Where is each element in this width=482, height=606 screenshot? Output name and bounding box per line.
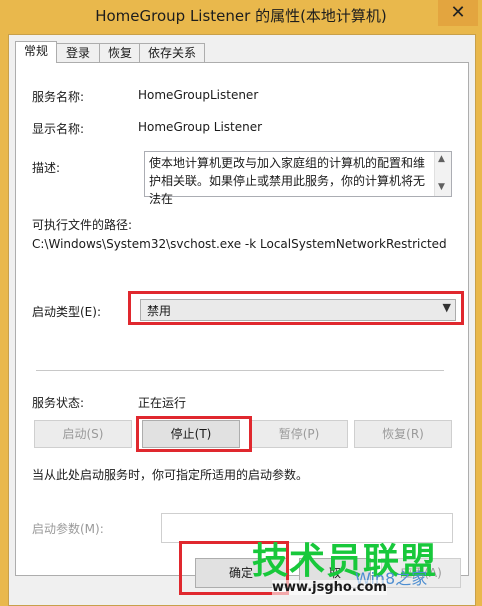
section-divider [36,370,444,371]
exe-path-label: 可执行文件的路径: [32,218,133,232]
scroll-up-icon[interactable]: ▲ [438,154,445,164]
description-text: 使本地计算机更改与加入家庭组的计算机的配置和维护相关联。如果停止或禁用此服务，你… [149,156,426,206]
display-name-value[interactable]: HomeGroup Listener [138,120,262,134]
description-box[interactable]: 使本地计算机更改与加入家庭组的计算机的配置和维护相关联。如果停止或禁用此服务，你… [144,151,452,206]
tab-recovery[interactable]: 恢复 [99,43,141,62]
properties-dialog: HomeGroup Listener 的属性(本地计算机) ✕ 常规 登录 恢复… [0,0,482,606]
display-name-label: 显示名称: [32,122,85,136]
window-title: HomeGroup Listener 的属性(本地计算机) [95,7,387,25]
dialog-client-area: 常规 登录 恢复 依存关系 服务名称: HomeGroupListener 显示… [8,34,476,606]
stop-button-highlight [136,416,252,452]
startup-type-highlight [128,291,464,325]
exe-path-value[interactable]: C:\Windows\System32\svchost.exe -k Local… [32,237,447,251]
scroll-down-icon[interactable]: ▼ [438,182,445,192]
description-scrollbar[interactable]: ▲ ▼ [434,152,451,196]
tab-dependencies[interactable]: 依存关系 [139,43,205,62]
general-tab-panel: 服务名称: HomeGroupListener 显示名称: HomeGroup … [15,62,469,576]
close-icon: ✕ [450,2,466,23]
service-name-label: 服务名称: [32,90,85,104]
tab-logon[interactable]: 登录 [55,43,101,62]
start-params-label: 启动参数(M): [32,522,104,536]
startup-params-hint: 当从此处启动服务时，你可指定所适用的启动参数。 [32,468,309,482]
service-status-label: 服务状态: [32,396,85,410]
tab-general[interactable]: 常规 [15,41,57,63]
description-label: 描述: [32,161,61,175]
start-button[interactable]: 启动(S) [34,420,132,448]
resume-button[interactable]: 恢复(R) [354,420,452,448]
pause-button[interactable]: 暂停(P) [250,420,348,448]
startup-type-label: 启动类型(E): [32,305,101,319]
watermark-url: www.jsgho.com [272,580,387,595]
service-name-value[interactable]: HomeGroupListener [138,88,258,102]
service-status-value: 正在运行 [138,396,187,410]
close-button[interactable]: ✕ [438,0,478,26]
